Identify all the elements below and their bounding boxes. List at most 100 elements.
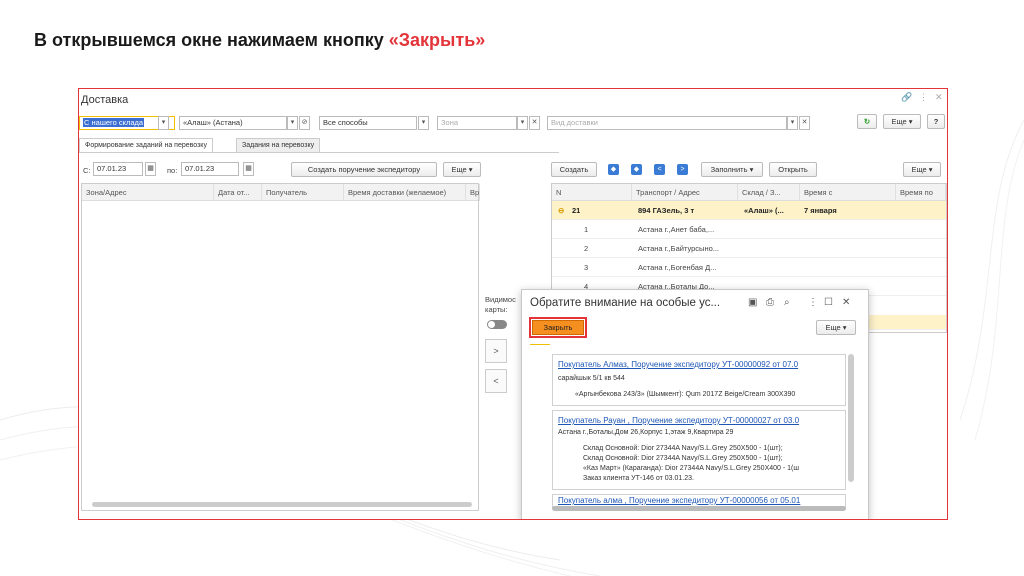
special-conditions-dialog: Обратите внимание на особые ус... ▣ ⎙ ⌕ … [521, 289, 869, 519]
from-label: С: [83, 166, 91, 175]
cell-number: 3 [584, 263, 589, 272]
order-line: Склад Основной: Dior 27344A Navy/S.L.Gre… [583, 455, 783, 462]
calendar-icon[interactable]: ▦ [243, 162, 254, 176]
cell-number: 21 [572, 206, 581, 215]
table-row[interactable]: 1 Астана г.,Анет баба,... [552, 220, 946, 239]
map-visibility-label-2: карты: [485, 305, 508, 314]
delivery-method-select[interactable]: Все способы [319, 116, 417, 130]
more-button[interactable]: Еще ▾ [883, 114, 921, 129]
cell-time-from: 7 января [804, 206, 837, 215]
map-visibility-toggle[interactable] [487, 320, 507, 329]
col-warehouse[interactable]: Склад / З... [738, 184, 800, 201]
slide-title: В открывшемся окне нажимаем кнопку «Закр… [34, 30, 485, 51]
left-more-button[interactable]: Еще ▾ [443, 162, 481, 177]
cell-number: 2 [584, 244, 589, 253]
open-button[interactable]: Открыть [769, 162, 817, 177]
table-row[interactable]: 3 Астана г.,Богенбая Д... [552, 258, 946, 277]
cell-warehouse: «Алаш» (... [744, 206, 784, 215]
collapse-icon[interactable]: ⊖ [558, 201, 564, 220]
right-more-label: Еще [911, 165, 927, 174]
table-row[interactable]: 2 Астана г.,Байтурсыно... [552, 239, 946, 258]
title-main-text: В открывшемся окне нажимаем кнопку [34, 30, 389, 50]
cell-address: 894 ГАЗель, 3 т [638, 206, 695, 215]
dialog-vertical-scrollbar[interactable] [848, 354, 854, 482]
tab-divider [79, 152, 559, 153]
tab-transport-tasks[interactable]: Задания на перевозку [236, 138, 321, 153]
chevron-down-icon[interactable]: ▾ [787, 116, 798, 130]
to-date-field[interactable]: 07.01.23 [181, 162, 239, 176]
dialog-more-label: Еще [825, 323, 841, 332]
tab-forming-tasks[interactable]: Формирование заданий на перевозку [79, 138, 213, 153]
clear-icon[interactable]: ✕ [799, 116, 810, 130]
order-line: Склад Основной: Dior 27344A Navy/S.L.Gre… [583, 445, 783, 452]
cell-number: 1 [584, 225, 589, 234]
order-address: сарайшык 5/1 кв 544 [558, 375, 625, 382]
fill-button[interactable]: Заполнить ▾ [701, 162, 763, 177]
more-icon[interactable]: ⋮ [919, 92, 928, 103]
search-icon[interactable]: ⌕ [784, 297, 790, 308]
move-left-button[interactable]: < [485, 369, 507, 393]
delivery-type-field[interactable]: Вид доставки [547, 116, 787, 130]
col-date[interactable]: Дата от... [214, 184, 262, 201]
col-time-to[interactable]: Время по [896, 184, 946, 201]
col-transport-address[interactable]: Транспорт / Адрес [632, 184, 738, 201]
order-line: Заказ клиента УТ-146 от 03.01.23. [583, 475, 694, 482]
create-forwarder-order-button[interactable]: Создать поручение экспедитору [291, 162, 437, 177]
save-icon[interactable]: ▣ [748, 297, 757, 308]
close-icon[interactable]: ✕ [842, 297, 850, 308]
table-row[interactable]: ⊖ 21 894 ГАЗель, 3 т «Алаш» (... 7 января [552, 201, 946, 220]
refresh-icon[interactable]: ↻ [857, 114, 877, 129]
create-button[interactable]: Создать [551, 162, 597, 177]
left-horizontal-scrollbar[interactable] [92, 502, 472, 507]
focus-marker [530, 344, 550, 345]
order-link[interactable]: Покупатель алма , Поручение экспедитору … [558, 496, 800, 505]
left-more-label: Еще [451, 165, 467, 174]
open-link-icon[interactable]: ⊘ [299, 116, 310, 130]
col-time-from[interactable]: Время с [800, 184, 896, 201]
col-zone-address[interactable]: Зона/Адрес [82, 184, 214, 201]
col-time[interactable]: Вр [466, 184, 480, 201]
zone-field[interactable]: Зона [437, 116, 517, 130]
share-icon[interactable]: < [654, 164, 665, 175]
maximize-icon[interactable]: ☐ [824, 297, 833, 308]
move-down-icon[interactable]: ◆ [631, 164, 642, 175]
to-label: по: [167, 166, 178, 175]
col-number[interactable]: N [552, 184, 632, 201]
close-button[interactable]: Закрыть [529, 317, 587, 338]
dialog-title: Обратите внимание на особые ус... [530, 297, 721, 309]
cell-address: Астана г.,Байтурсыно... [638, 244, 720, 253]
chevron-down-icon[interactable]: ▾ [287, 116, 298, 130]
order-link[interactable]: Покупатель Алмаз, Поручение экспедитору … [558, 360, 798, 369]
route-icon[interactable]: > [677, 164, 688, 175]
chevron-down-icon[interactable]: ▾ [418, 116, 429, 130]
col-desired-time[interactable]: Время доставки (желаемое) [344, 184, 466, 201]
clear-icon[interactable]: ✕ [529, 116, 540, 130]
more-icon[interactable]: ⋮ [808, 297, 818, 308]
from-date-field[interactable]: 07.01.23 [93, 162, 143, 176]
help-button[interactable]: ? [927, 114, 945, 129]
cell-address: Астана г.,Богенбая Д... [638, 263, 717, 272]
close-icon[interactable]: ✕ [935, 92, 943, 103]
list-item[interactable]: Покупатель Алмаз, Поручение экспедитору … [552, 354, 846, 406]
print-icon[interactable]: ⎙ [766, 297, 774, 308]
warehouse-value: С нашего склада [83, 118, 145, 127]
order-line: «Аргынбекова 243/3» (Шымкент): Qum 2017Z… [575, 391, 796, 398]
move-up-icon[interactable]: ◆ [608, 164, 619, 175]
calendar-icon[interactable]: ▦ [145, 162, 156, 176]
fill-label: Заполнить [710, 165, 748, 174]
link-icon[interactable]: 🔗 [901, 92, 912, 103]
app-screenshot: Доставка 🔗 ⋮ ✕ С нашего склада ▾ «Алаш» … [78, 88, 948, 520]
left-table: Зона/Адрес Дата от... Получатель Время д… [81, 183, 480, 511]
dialog-more-button[interactable]: Еще ▾ [816, 320, 856, 335]
warehouse-dropdown-button[interactable]: ▾ [158, 116, 169, 130]
title-accent-text: «Закрыть» [388, 30, 486, 50]
organization-select[interactable]: «Алаш» (Астана) [179, 116, 287, 130]
cell-address: Астана г.,Анет баба,... [638, 225, 715, 234]
col-recipient[interactable]: Получатель [262, 184, 344, 201]
dialog-horizontal-scrollbar[interactable] [552, 506, 846, 511]
chevron-down-icon[interactable]: ▾ [517, 116, 528, 130]
list-item[interactable]: Покупатель Рауан , Поручение экспедитору… [552, 410, 846, 490]
move-right-button[interactable]: > [485, 339, 507, 363]
order-link[interactable]: Покупатель Рауан , Поручение экспедитору… [558, 416, 799, 425]
right-more-button[interactable]: Еще ▾ [903, 162, 941, 177]
